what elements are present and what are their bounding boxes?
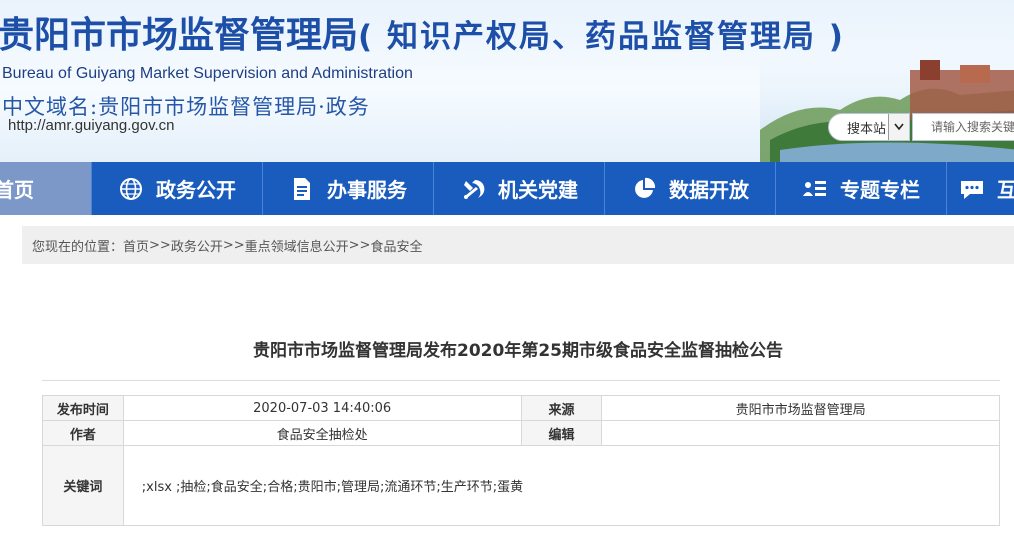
main-navigation: 首页 政务公开 办事服务 机关党建 数据开放 专题专栏 互 xyxy=(0,162,1014,215)
keywords-value: ;xlsx ;抽检;食品安全;合格;贵阳市;管理局;流通环节;生产环节;蛋黄 xyxy=(122,445,1001,526)
nav-item-home[interactable]: 首页 xyxy=(0,162,92,215)
article-title: 贵阳市市场监督管理局发布2020年第25期市级食品安全监督抽检公告 xyxy=(253,341,783,361)
article-meta-table: 发布时间 2020-07-03 14:40:06 来源 贵阳市市场监督管理局 作… xyxy=(42,395,1001,526)
nav-item-services[interactable]: 办事服务 xyxy=(263,162,434,215)
nav-item-label: 机关党建 xyxy=(498,178,578,202)
source-value: 贵阳市市场监督管理局 xyxy=(601,395,1000,421)
site-url: http://amr.guiyang.gov.cn xyxy=(8,117,175,134)
city-scenery-image xyxy=(760,40,1014,162)
title-divider xyxy=(42,380,1000,381)
site-title: 贵阳市市场监督管理局( 知识产权局、药品监督管理局 ) xyxy=(0,14,845,59)
nav-item-label: 互 xyxy=(997,178,1014,202)
nav-item-interaction[interactable]: 互 xyxy=(947,162,1014,215)
search-scope-select[interactable]: 搜本站 xyxy=(828,113,910,141)
breadcrumb-separator: >> xyxy=(348,237,371,253)
pie-chart-icon xyxy=(631,176,657,202)
search-input[interactable] xyxy=(912,113,1014,141)
id-card-icon xyxy=(802,176,828,202)
author-value: 食品安全抽检处 xyxy=(122,420,522,446)
site-title-main: 贵阳市市场监督管理局 xyxy=(0,15,359,56)
breadcrumb-prefix: 您现在的位置： xyxy=(32,239,124,255)
author-label: 作者 xyxy=(42,420,124,446)
nav-item-government-affairs[interactable]: 政务公开 xyxy=(92,162,263,215)
breadcrumb-separator: >> xyxy=(149,237,171,253)
nav-item-special-topics[interactable]: 专题专栏 xyxy=(776,162,947,215)
breadcrumb-link-key-areas[interactable]: 重点领域信息公开 xyxy=(245,236,349,255)
source-label: 来源 xyxy=(520,395,603,421)
table-row: 作者 食品安全抽检处 编辑 xyxy=(42,420,1000,446)
breadcrumb-link-government-affairs[interactable]: 政务公开 xyxy=(171,236,223,255)
site-banner: 贵阳市市场监督管理局( 知识产权局、药品监督管理局 ) Bureau of Gu… xyxy=(0,0,1014,162)
table-row: 发布时间 2020-07-03 14:40:06 来源 贵阳市市场监督管理局 xyxy=(42,395,1000,421)
publish-time-value: 2020-07-03 14:40:06 xyxy=(122,395,522,421)
nav-item-open-data[interactable]: 数据开放 xyxy=(605,162,776,215)
site-title-english: Bureau of Guiyang Market Supervision and… xyxy=(2,65,413,82)
nav-item-label: 数据开放 xyxy=(669,178,749,202)
nav-item-label: 办事服务 xyxy=(327,178,407,202)
party-emblem-icon xyxy=(460,176,486,202)
breadcrumb-link-food-safety[interactable]: 食品安全 xyxy=(370,236,422,255)
search-scope-label: 搜本站 xyxy=(847,121,887,137)
nav-item-label: 专题专栏 xyxy=(840,178,920,202)
editor-label: 编辑 xyxy=(520,420,603,446)
publish-time-label: 发布时间 xyxy=(42,395,124,421)
nav-item-label: 首页 xyxy=(0,178,34,202)
chevron-down-icon[interactable] xyxy=(888,114,909,140)
keywords-label: 关键词 xyxy=(42,445,124,526)
nav-item-label: 政务公开 xyxy=(156,178,236,202)
globe-icon xyxy=(118,176,144,202)
editor-value xyxy=(601,420,1000,446)
table-row: 关键词 ;xlsx ;抽检;食品安全;合格;贵阳市;管理局;流通环节;生产环节;… xyxy=(42,445,1001,526)
nav-item-party-building[interactable]: 机关党建 xyxy=(434,162,605,215)
document-icon xyxy=(289,176,315,202)
breadcrumb: 您现在的位置： 首页 >> 政务公开 >> 重点领域信息公开 >> 食品安全 xyxy=(22,226,1014,264)
breadcrumb-link-home[interactable]: 首页 xyxy=(123,236,149,255)
breadcrumb-separator: >> xyxy=(222,237,245,253)
chat-icon xyxy=(959,176,985,202)
